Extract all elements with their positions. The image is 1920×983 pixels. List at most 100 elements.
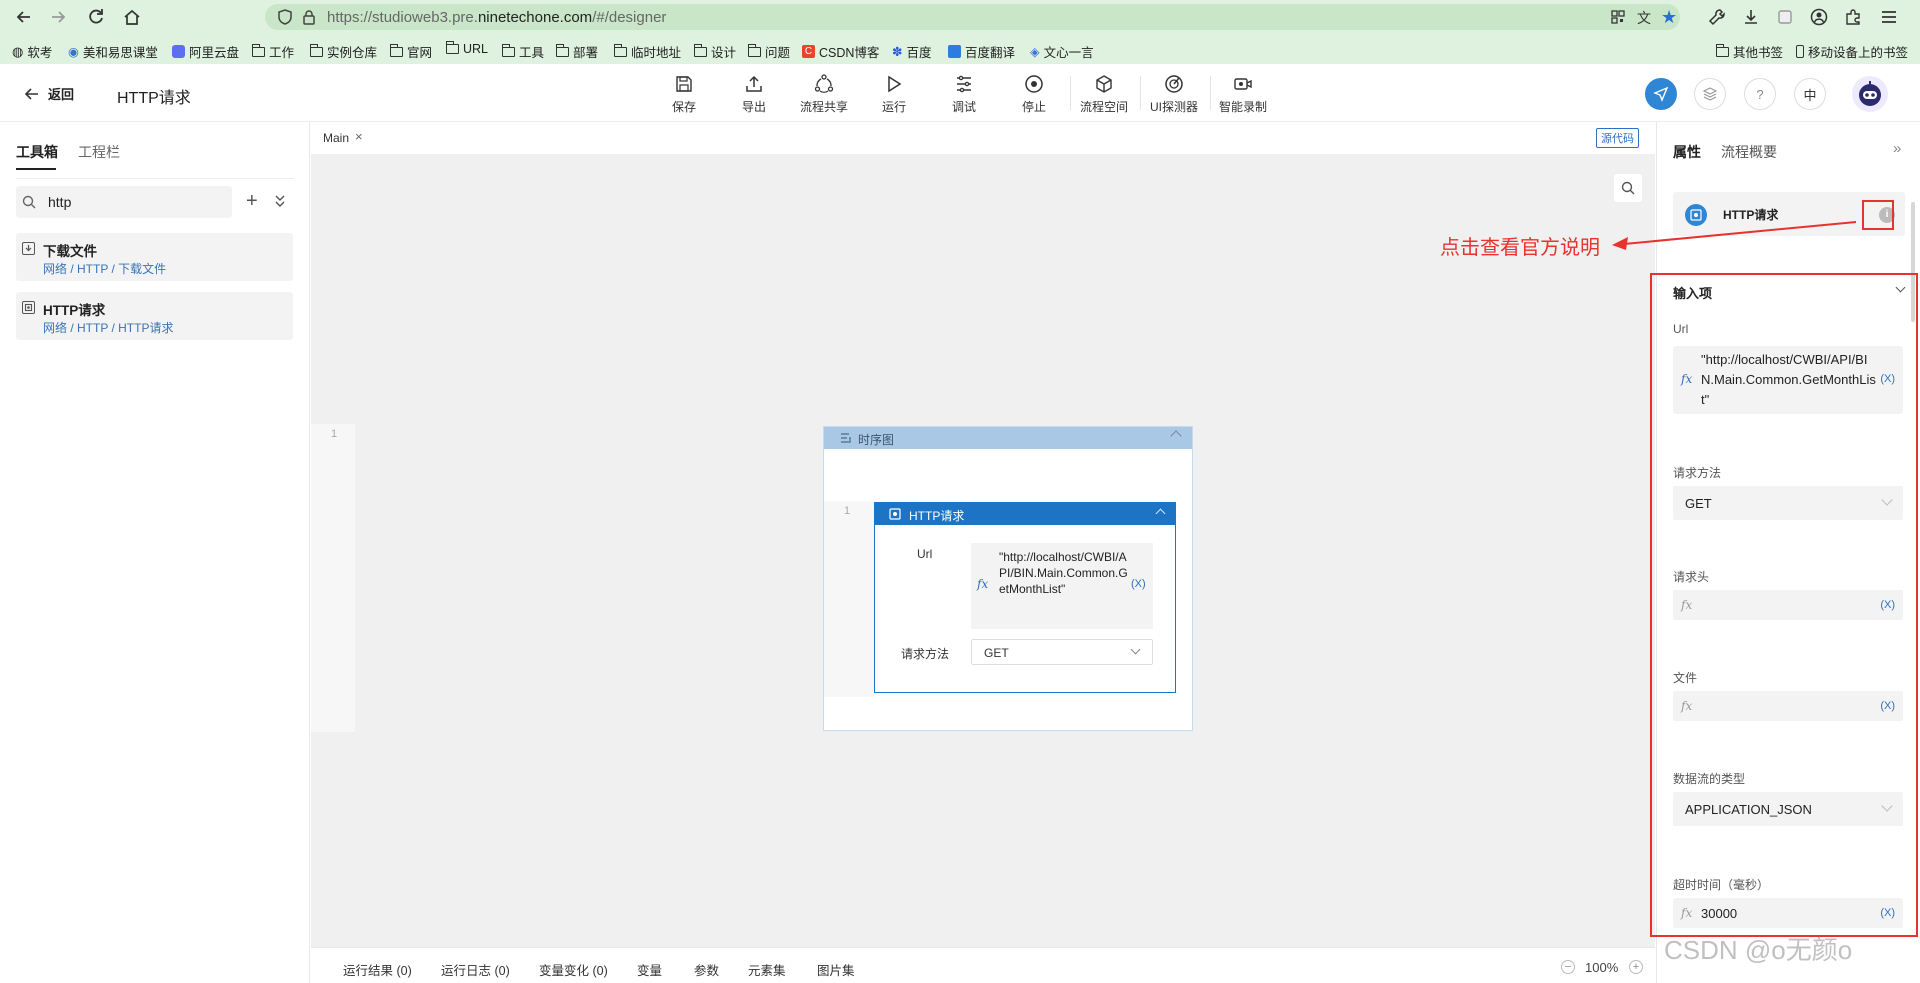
tab-run-log[interactable]: 运行日志 (0) [441, 960, 510, 979]
layers-button[interactable] [1694, 78, 1726, 110]
download-icon[interactable] [1742, 8, 1760, 26]
tab-variable-changes[interactable]: 变量变化 (0) [539, 960, 608, 979]
bookmark-item[interactable]: 移动设备上的书签 [1796, 42, 1908, 61]
debug-sliders-icon [957, 75, 971, 93]
tab-toolbox[interactable]: 工具箱 [16, 142, 58, 162]
share-flow-button[interactable]: 流程共享 [800, 74, 848, 115]
debug-button[interactable]: 调试 [952, 74, 976, 115]
toolbar-divider [1140, 76, 1141, 110]
forward-arrow-icon[interactable] [48, 7, 68, 27]
export-button[interactable]: 导出 [742, 74, 766, 115]
help-button[interactable]: ? [1744, 78, 1776, 110]
export-icon [746, 75, 762, 92]
bookmark-item[interactable]: ◍ 软考 [12, 42, 52, 61]
smart-record-button[interactable]: 智能录制 [1219, 74, 1267, 115]
folder-icon [556, 43, 569, 57]
save-button[interactable]: 保存 [672, 74, 696, 115]
bookmark-item[interactable]: 官网 [390, 42, 432, 61]
bookmark-item[interactable]: 百度翻译 [948, 42, 1015, 61]
bookmark-item[interactable]: URL [446, 41, 488, 56]
bookmark-item[interactable]: ✽ 百度 [892, 42, 932, 61]
search-input[interactable] [48, 192, 218, 212]
bookmark-item[interactable]: 问题 [748, 42, 790, 61]
tab-variables[interactable]: 变量 [637, 960, 662, 979]
collapse-chevron-icon[interactable] [1155, 508, 1166, 519]
bookmark-item[interactable]: ◈ 文心一言 [1030, 42, 1094, 61]
qr-code-icon[interactable] [1611, 10, 1625, 24]
wrench-icon[interactable] [1708, 8, 1726, 26]
stop-button[interactable]: 停止 [1022, 74, 1046, 115]
bookmark-item[interactable]: 阿里云盘 [172, 42, 239, 61]
folder-icon [1716, 43, 1729, 57]
bookmark-item[interactable]: 临时地址 [614, 42, 681, 61]
folder-icon [446, 41, 459, 54]
back-button[interactable]: 返回 [24, 84, 74, 103]
bookmark-item[interactable]: 部署 [556, 42, 598, 61]
tab-properties[interactable]: 属性 [1673, 142, 1701, 162]
zoom-in-button[interactable]: + [1629, 960, 1643, 974]
tab-flow-overview[interactable]: 流程概要 [1721, 142, 1777, 162]
tab-main[interactable]: Main [323, 131, 349, 145]
tab-run-results[interactable]: 运行结果 (0) [343, 960, 412, 979]
url-expression-field[interactable]: fx "http://localhost/CWBI/API/BIN.Main.C… [971, 543, 1153, 629]
lock-icon[interactable] [301, 9, 317, 25]
bookmark-item[interactable]: 工具 [502, 42, 544, 61]
method-value: GET [984, 646, 1009, 660]
browser-chrome: https://studioweb3.pre.ninetechone.com/#… [0, 0, 1920, 64]
http-request-activity[interactable]: HTTP请求 Url fx "http://localhost/CWBI/API… [874, 502, 1176, 693]
editor-tab-bar: Main × 源代码 [311, 122, 1655, 154]
profile-icon[interactable] [1810, 8, 1828, 26]
flow-space-button[interactable]: 流程空间 [1080, 74, 1128, 115]
method-select[interactable]: GET [971, 639, 1153, 665]
bookmark-item[interactable]: 工作 [252, 42, 294, 61]
bookmark-item[interactable]: C CSDN博客 [802, 42, 879, 61]
extension-tile-icon[interactable] [1776, 8, 1794, 26]
shield-icon[interactable] [277, 9, 293, 25]
collapse-all-icon[interactable] [274, 194, 286, 208]
menu-icon[interactable] [1880, 9, 1898, 25]
baidu-translate-icon [948, 45, 961, 58]
run-button[interactable]: 运行 [882, 74, 906, 115]
tab-image-set[interactable]: 图片集 [817, 960, 855, 979]
tab-element-set[interactable]: 元素集 [748, 960, 786, 979]
tab-arguments[interactable]: 参数 [694, 960, 719, 979]
expand-panel-icon[interactable]: » [1893, 140, 1901, 157]
translate-icon[interactable]: 文 [1637, 8, 1651, 28]
variable-button[interactable]: (X) [1131, 578, 1146, 590]
bookmark-item[interactable]: 其他书签 [1716, 42, 1783, 61]
extensions-puzzle-icon[interactable] [1844, 8, 1862, 26]
canvas-search-button[interactable] [1614, 174, 1642, 202]
star-bookmark-icon[interactable]: ★ [1661, 7, 1677, 28]
folder-icon [252, 43, 265, 57]
sequence-container[interactable]: 时序图 1 HTTP请求 Url fx "http://localhost/CW… [823, 426, 1193, 731]
url-text: https://studioweb3.pre.ninetechone.com/#… [327, 9, 667, 26]
play-icon [888, 75, 902, 93]
bookmark-item[interactable]: ◉ 美和易思课堂 [68, 42, 158, 61]
bookmark-item[interactable]: 设计 [694, 42, 736, 61]
toolbox-item-http-request[interactable]: HTTP请求 网络 / HTTP / HTTP请求 [16, 292, 293, 340]
close-tab-icon[interactable]: × [355, 129, 363, 144]
bookmark-item[interactable]: 实例仓库 [310, 42, 377, 61]
zoom-out-button[interactable]: − [1561, 960, 1575, 974]
address-bar[interactable]: https://studioweb3.pre.ninetechone.com/#… [265, 4, 1680, 30]
source-code-button[interactable]: 源代码 [1596, 128, 1639, 148]
add-icon[interactable]: + [246, 190, 258, 213]
toolbar-divider [1070, 76, 1071, 110]
publish-button[interactable] [1645, 78, 1677, 110]
reload-icon[interactable] [86, 7, 106, 27]
toolbox-item-download-file[interactable]: 下载文件 网络 / HTTP / 下载文件 [16, 233, 293, 281]
language-toggle[interactable]: 中 [1794, 78, 1826, 110]
zoom-level: 100% [1585, 960, 1619, 975]
tab-project[interactable]: 工程栏 [78, 142, 120, 162]
collapse-chevron-icon[interactable] [1170, 430, 1182, 442]
line-number: 1 [331, 428, 338, 440]
avatar[interactable] [1852, 76, 1888, 112]
share-cycle-icon [814, 74, 834, 93]
search-box[interactable] [16, 186, 232, 218]
input-section-highlight-box [1650, 273, 1918, 937]
back-arrow-icon[interactable] [14, 7, 34, 27]
app-header: 返回 HTTP请求 保存 导出 流程共享 运行 调试 停止 流程空间 UI探测器… [0, 64, 1920, 122]
page-title: HTTP请求 [117, 90, 191, 107]
ui-detector-button[interactable]: UI探测器 [1150, 74, 1198, 115]
home-icon[interactable] [122, 7, 142, 27]
